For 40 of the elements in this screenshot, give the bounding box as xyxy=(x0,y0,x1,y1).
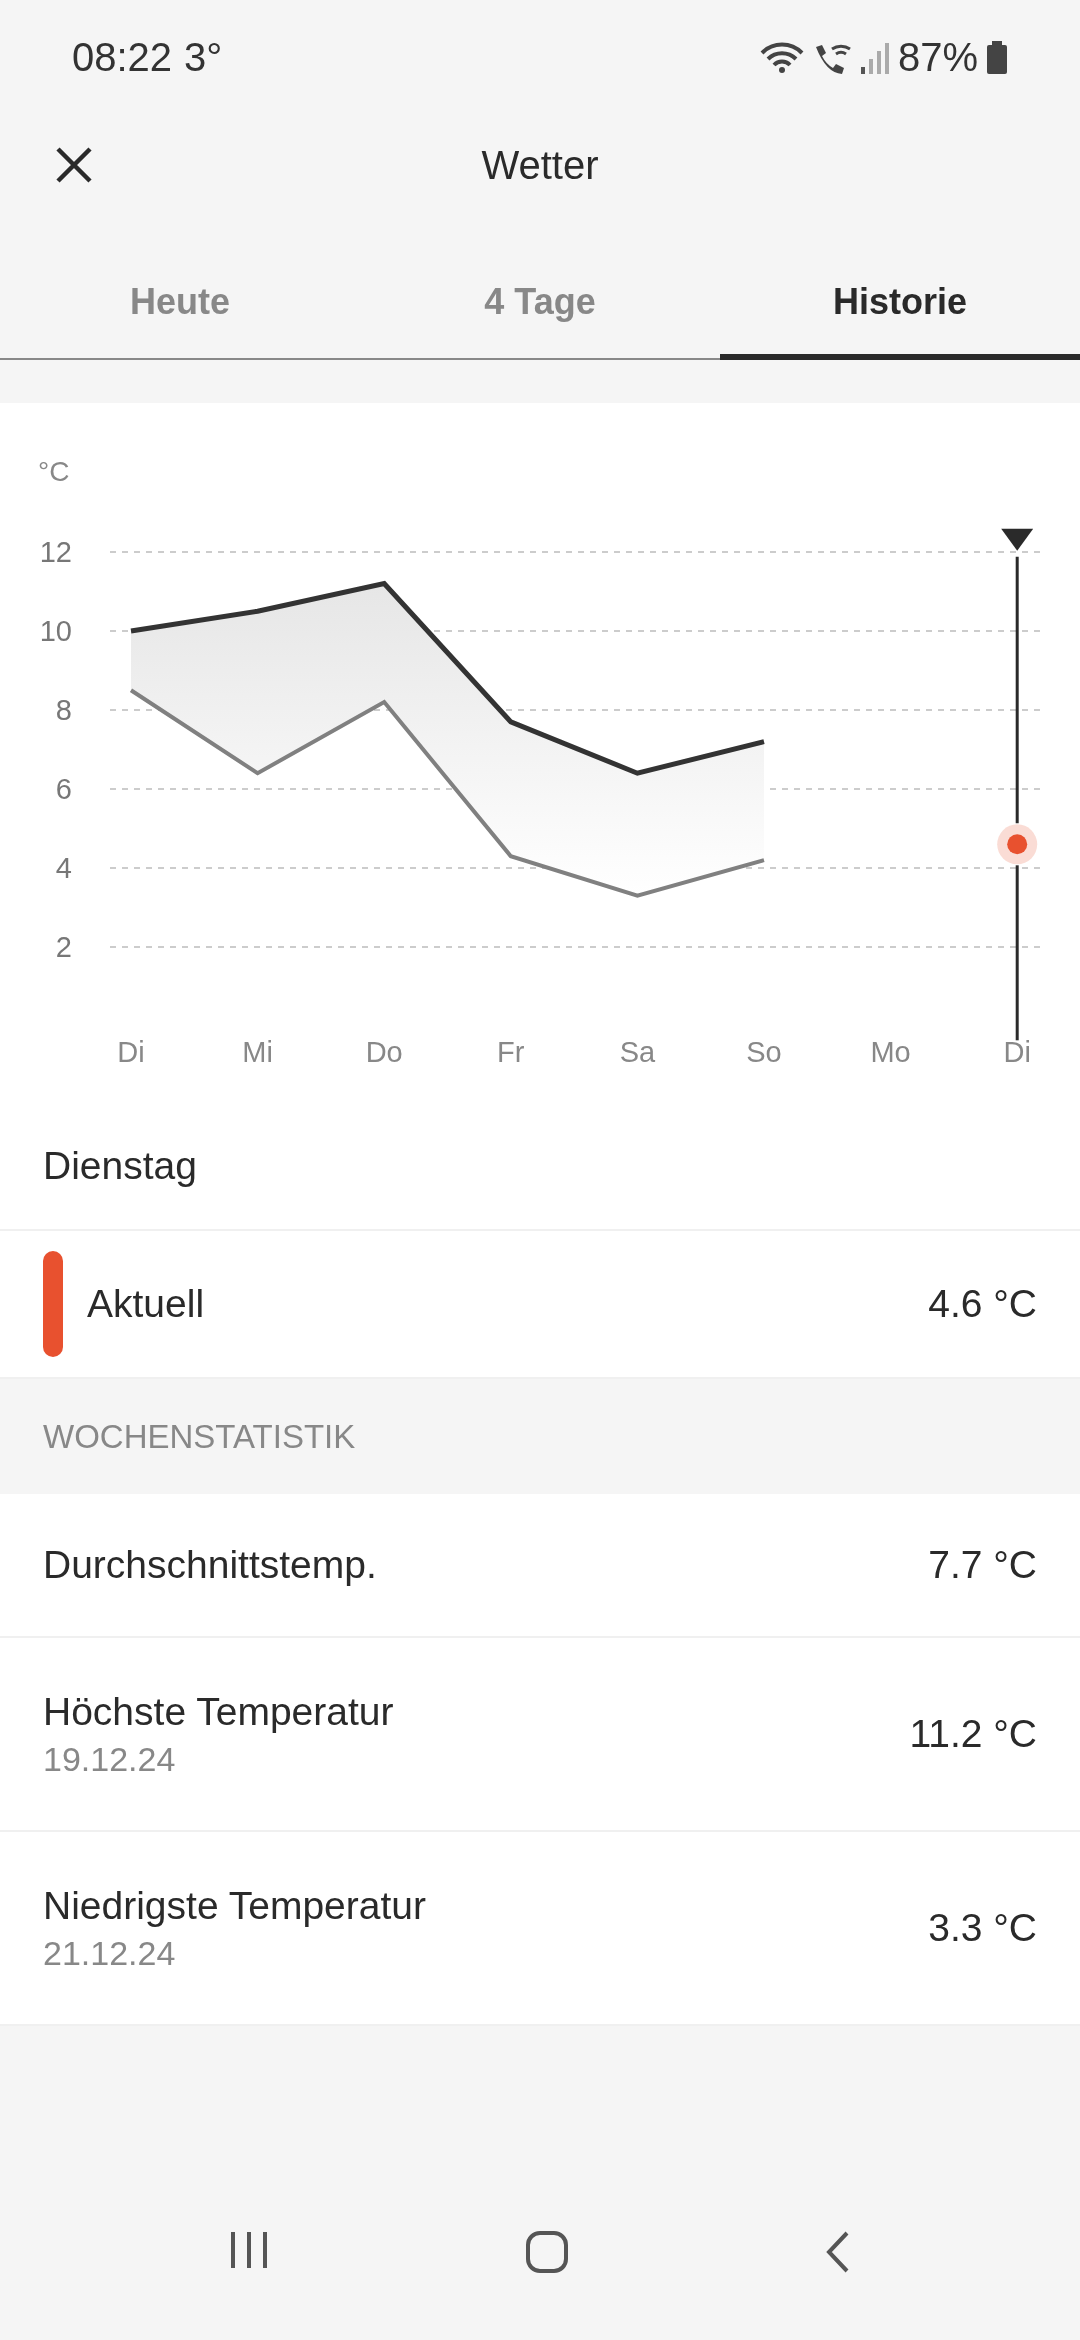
y-tick-label: 2 xyxy=(55,931,72,963)
status-time: 08:22 xyxy=(72,35,173,80)
row-value: 7.7 °C xyxy=(928,1543,1037,1587)
battery-icon xyxy=(986,40,1008,75)
row-value: 4.6 °C xyxy=(928,1282,1037,1326)
signal-icon xyxy=(859,40,890,75)
battery-percent: 87% xyxy=(897,35,978,80)
y-tick-label: 10 xyxy=(39,615,72,647)
day-title: Dienstag xyxy=(43,1144,197,1188)
home-icon[interactable] xyxy=(525,2230,569,2274)
tab[interactable]: Historie xyxy=(720,250,1080,360)
x-tick-label: Mi xyxy=(242,1036,273,1068)
x-tick-label: Fr xyxy=(497,1036,525,1068)
row-value: 3.3 °C xyxy=(928,1906,1037,1950)
row-label: Durchschnittstemp. xyxy=(43,1543,378,1587)
row-date: 19.12.24 xyxy=(43,1739,177,1779)
x-tick-label: Do xyxy=(365,1036,403,1068)
row-date: 21.12.24 xyxy=(43,1933,177,1973)
axis-unit: °C xyxy=(38,456,70,487)
tab[interactable]: 4 Tage xyxy=(360,250,720,360)
x-tick-label: So xyxy=(746,1036,782,1068)
row-value: 11.2 °C xyxy=(909,1712,1037,1756)
x-tick-label: Di xyxy=(1003,1036,1031,1068)
row-label: Aktuell xyxy=(87,1282,206,1326)
row-label: Höchste Temperatur xyxy=(43,1689,395,1734)
y-tick-label: 8 xyxy=(55,694,72,726)
page-title: Wetter xyxy=(481,142,599,187)
y-tick-label: 12 xyxy=(39,536,72,568)
section-header: WOCHENSTATISTIK xyxy=(43,1417,356,1456)
wifi-icon xyxy=(759,40,804,75)
x-tick-label: Mo xyxy=(870,1036,911,1068)
y-tick-label: 6 xyxy=(55,773,72,805)
tab[interactable]: Heute xyxy=(0,250,360,360)
x-tick-label: Sa xyxy=(619,1036,656,1068)
status-temperature: 3° xyxy=(184,35,223,80)
current-point-marker xyxy=(997,824,1038,865)
x-tick-label: Di xyxy=(117,1036,145,1068)
row-label: Niedrigste Temperatur xyxy=(43,1883,427,1928)
cursor-drawing[interactable] xyxy=(1001,528,1034,1041)
y-tick-label: 4 xyxy=(55,852,72,884)
